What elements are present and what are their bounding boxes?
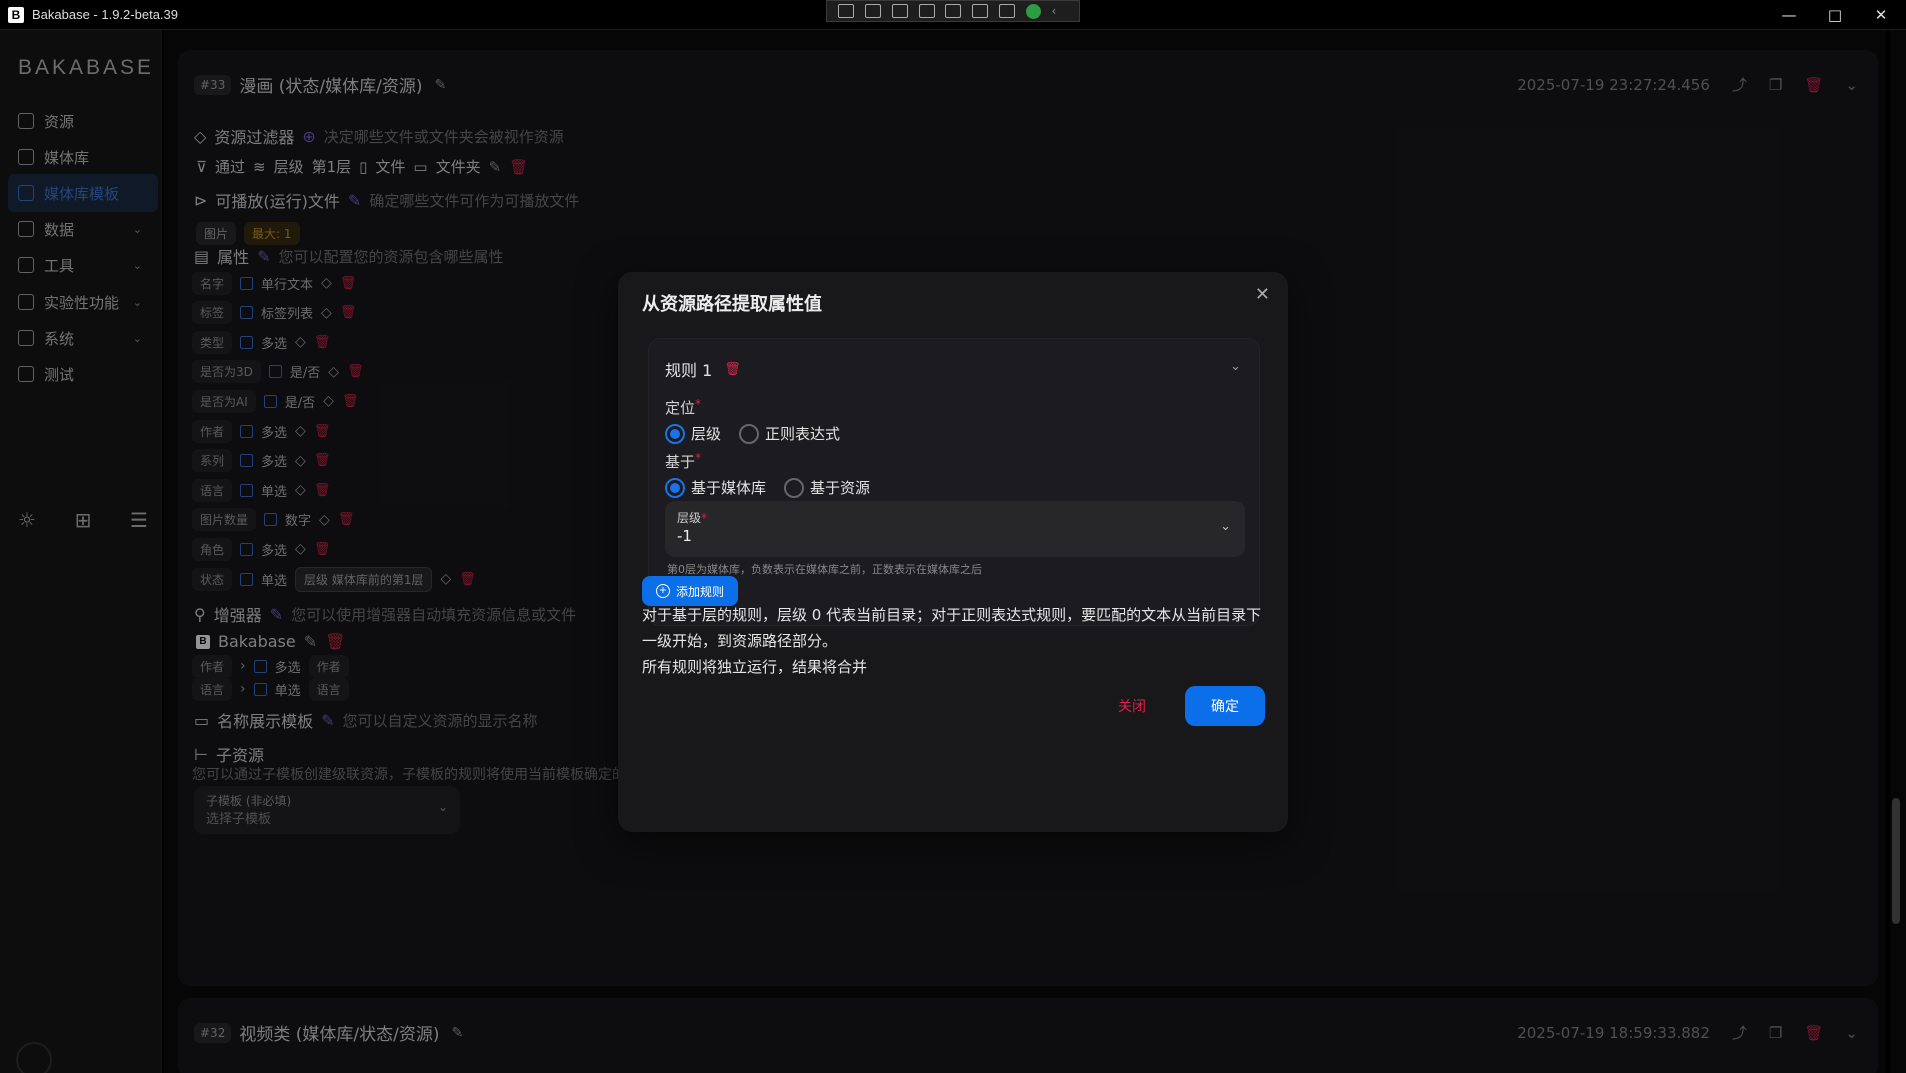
plus-circle-icon: + xyxy=(655,584,670,598)
title-bar: B Bakabase - 1.9.2-beta.39 ‹ — □ ✕ xyxy=(0,0,1906,30)
radio-dot[interactable] xyxy=(739,423,760,444)
description-1: 对于基于层的规则，层级 0 代表当前目录；对于正则表达式规则，要匹配的文本从当前… xyxy=(642,606,1262,650)
minimize-button[interactable]: — xyxy=(1766,0,1812,30)
region-icon[interactable] xyxy=(945,4,962,18)
base-label: 基于* xyxy=(665,451,701,472)
chevron-down-icon: ⌄ xyxy=(1220,519,1231,534)
required-mark: * xyxy=(695,397,702,411)
label-text: 定位 xyxy=(665,399,696,417)
rule-title: 规则 1 xyxy=(665,361,713,380)
helper-text: 第0层为媒体库，负数表示在媒体库之前，正数表示在媒体库之后 xyxy=(667,563,982,576)
window-title: Bakabase - 1.9.2-beta.39 xyxy=(32,7,178,22)
chevron-down-icon[interactable]: ⌄ xyxy=(1230,359,1241,374)
check-icon[interactable] xyxy=(1025,3,1041,19)
base-radio-group: 基于媒体库 基于资源 xyxy=(665,477,870,498)
locate-radio-group: 层级 正则表达式 xyxy=(665,423,840,444)
maximize-button[interactable]: □ xyxy=(1812,0,1858,30)
level-select[interactable]: 层级* -1 ⌄ xyxy=(665,501,1245,557)
select-label: 层级* xyxy=(677,509,707,526)
radio-label: 基于资源 xyxy=(810,479,871,497)
description-2: 所有规则将独立运行，结果将合并 xyxy=(642,658,868,676)
locate-label: 定位* xyxy=(665,397,701,418)
audio-icon[interactable] xyxy=(972,4,989,18)
delete-icon[interactable]: 🗑 xyxy=(724,362,741,377)
screen-tool-strip: ‹ xyxy=(826,0,1080,22)
collapse-icon[interactable]: ‹ xyxy=(1052,4,1068,18)
rule-header[interactable]: 规则 1 🗑 xyxy=(665,357,741,381)
cancel-button[interactable]: 关闭 xyxy=(1118,696,1146,716)
radio-dot[interactable] xyxy=(665,477,685,498)
video-icon[interactable] xyxy=(865,4,882,18)
app-logo: B xyxy=(8,6,24,23)
confirm-button[interactable]: 确定 xyxy=(1185,686,1265,726)
radio-dot[interactable] xyxy=(665,423,685,444)
rule-panel: 规则 1 🗑 ⌄ 定位* 层级 正则表达式 基于* 基于媒体库 基于资源 层级*… xyxy=(648,338,1260,626)
dialog-title: 从资源路径提取属性值 xyxy=(642,294,822,315)
radio-level[interactable]: 层级 xyxy=(665,423,721,444)
close-window-button[interactable]: ✕ xyxy=(1858,0,1904,30)
radio-label: 基于媒体库 xyxy=(691,479,767,497)
required-mark: * xyxy=(701,511,708,525)
radio-dot[interactable] xyxy=(784,477,805,498)
capture-icon[interactable] xyxy=(838,4,855,18)
radio-resource[interactable]: 基于资源 xyxy=(784,477,870,498)
button-label: 添加规则 xyxy=(675,584,724,599)
radio-media-library[interactable]: 基于媒体库 xyxy=(665,477,766,498)
close-icon[interactable]: ✕ xyxy=(1255,284,1270,305)
extract-property-dialog: 从资源路径提取属性值 ✕ 规则 1 🗑 ⌄ 定位* 层级 正则表达式 基于* 基… xyxy=(618,272,1288,832)
radio-label: 层级 xyxy=(691,425,722,443)
required-mark: * xyxy=(695,451,702,465)
label-text: 层级 xyxy=(677,511,702,525)
select-value: -1 xyxy=(677,527,692,545)
radio-label: 正则表达式 xyxy=(765,425,841,443)
pointer-icon[interactable] xyxy=(891,4,908,18)
window-icon[interactable] xyxy=(918,4,935,18)
radio-regex[interactable]: 正则表达式 xyxy=(739,423,840,444)
label-text: 基于 xyxy=(665,453,696,471)
accessibility-icon[interactable] xyxy=(998,4,1015,18)
